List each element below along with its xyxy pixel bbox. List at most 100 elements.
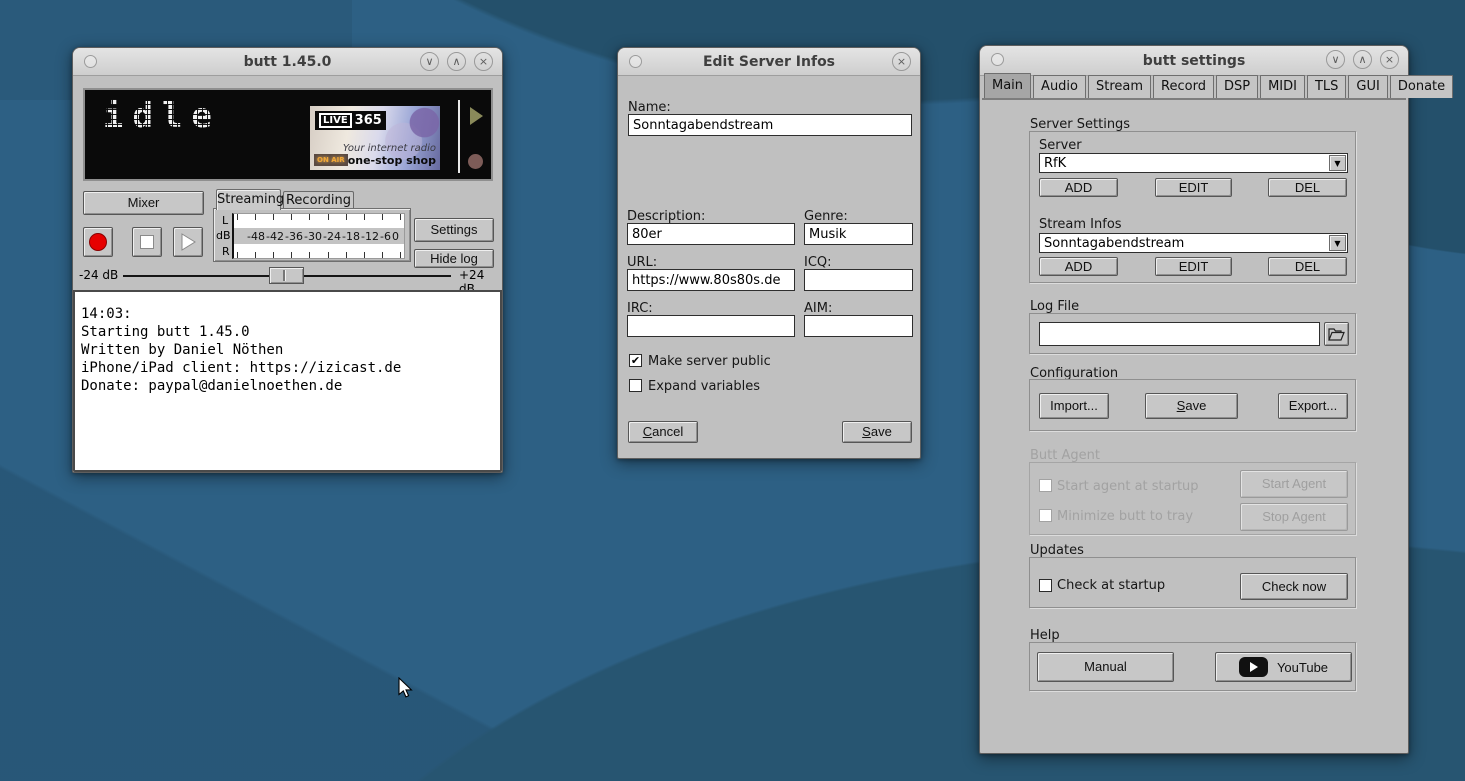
irc-field[interactable] (627, 315, 795, 337)
mixer-button[interactable]: Mixer (83, 191, 204, 215)
butt-agent-group: Start agent at startup Start Agent Minim… (1029, 462, 1356, 535)
expand-variables-checkbox[interactable] (629, 379, 642, 392)
description-field[interactable] (627, 223, 795, 245)
name-field[interactable] (628, 114, 912, 136)
log-file-field[interactable] (1039, 322, 1320, 346)
start-agent-at-startup-label: Start agent at startup (1057, 479, 1199, 494)
butt-titlebar[interactable]: butt 1.45.0 ∨ ∧ × (73, 48, 502, 76)
help-section-label: Help (1030, 628, 1060, 643)
aim-field[interactable] (804, 315, 913, 337)
volume-slider-thumb[interactable] (269, 267, 304, 284)
play-button[interactable] (173, 227, 203, 257)
close-icon[interactable]: × (892, 52, 911, 71)
stop-button[interactable] (132, 227, 162, 257)
youtube-button[interactable]: YouTube (1215, 652, 1352, 682)
edit-dialog-titlebar[interactable]: Edit Server Infos × (618, 48, 920, 76)
help-group: Manual YouTube (1029, 642, 1356, 691)
stream-del-button[interactable]: DEL (1268, 257, 1347, 276)
log-line: Starting butt 1.45.0 (81, 323, 494, 341)
manual-button[interactable]: Manual (1037, 652, 1174, 682)
stream-add-button[interactable]: ADD (1039, 257, 1118, 276)
name-label: Name: (628, 100, 671, 115)
log-file-section-label: Log File (1030, 299, 1079, 314)
window-title: butt settings (1143, 53, 1246, 69)
lcd-separator (458, 100, 460, 173)
settings-button[interactable]: Settings (414, 218, 494, 242)
icq-label: ICQ: (804, 255, 832, 270)
tab-audio[interactable]: Audio (1033, 75, 1086, 98)
log-file-group (1029, 313, 1356, 354)
log-line: Written by Daniel Nöthen (81, 341, 494, 359)
ad-status-dot-icon[interactable] (468, 154, 483, 169)
expand-variables-label: Expand variables (648, 379, 760, 394)
meter-ticks-bottom (234, 244, 404, 258)
unshade-icon[interactable]: ∧ (1353, 50, 1372, 69)
make-server-public-label: Make server public (648, 354, 771, 369)
lcd-dot-matrix-overlay (97, 94, 237, 148)
description-label: Description: (627, 209, 705, 224)
tab-donate[interactable]: Donate (1390, 75, 1453, 98)
close-icon[interactable]: × (1380, 50, 1399, 69)
url-label: URL: (627, 255, 657, 270)
server-add-button[interactable]: ADD (1039, 178, 1118, 197)
ad-tagline-1: Your internet radio (343, 143, 436, 154)
chevron-down-icon[interactable]: ▼ (1329, 235, 1346, 251)
tab-main[interactable]: Main (984, 73, 1031, 98)
record-button[interactable] (83, 227, 113, 257)
stop-agent-button: Stop Agent (1240, 503, 1348, 531)
log-line: 14:03: (81, 305, 494, 323)
server-edit-button[interactable]: EDIT (1155, 178, 1232, 197)
minimize-to-tray-checkbox (1039, 509, 1052, 522)
server-settings-group: Server RfK ▼ ADD EDIT DEL Stream Infos S… (1029, 131, 1356, 283)
meter-right-label: R (222, 245, 230, 258)
tab-midi[interactable]: MIDI (1260, 75, 1305, 98)
meter-db-label: dB (216, 229, 231, 242)
save-button[interactable]: Save (842, 421, 912, 443)
updates-section-label: Updates (1030, 543, 1084, 558)
tab-streaming[interactable]: Streaming (216, 189, 281, 210)
meter-scale-numbers: -48 -42 -36 -30 -24 -18 -12 -6 0 (234, 228, 404, 244)
minimize-to-tray-label: Minimize butt to tray (1057, 509, 1193, 524)
check-now-button[interactable]: Check now (1240, 573, 1348, 600)
shade-icon[interactable]: ∨ (1326, 50, 1345, 69)
import-button[interactable]: Import... (1039, 393, 1109, 419)
check-at-startup-label: Check at startup (1057, 578, 1165, 593)
genre-field[interactable] (804, 223, 913, 245)
meter-ticks-top (234, 214, 404, 228)
url-field[interactable] (627, 269, 795, 291)
browse-log-file-button[interactable] (1324, 322, 1349, 346)
window-menu-icon[interactable] (84, 55, 97, 68)
live365-ad-banner[interactable]: LIVE 365 Your internet radio one-stop sh… (310, 106, 440, 170)
stream-edit-button[interactable]: EDIT (1155, 257, 1232, 276)
make-server-public-checkbox[interactable]: ✔ (629, 354, 642, 367)
butt-agent-section-label: Butt Agent (1030, 448, 1100, 463)
chevron-down-icon[interactable]: ▼ (1329, 155, 1346, 171)
server-dropdown[interactable]: RfK ▼ (1039, 153, 1348, 173)
unshade-icon[interactable]: ∧ (447, 52, 466, 71)
record-icon (89, 233, 107, 251)
server-settings-section-label: Server Settings (1030, 117, 1130, 132)
config-save-button[interactable]: Save (1145, 393, 1238, 419)
window-menu-icon[interactable] (991, 53, 1004, 66)
log-output[interactable]: 14:03: Starting butt 1.45.0 Written by D… (73, 290, 502, 472)
butt-main-window: butt 1.45.0 ∨ ∧ × idle LIVE 365 Your int… (72, 47, 503, 473)
tab-record[interactable]: Record (1153, 75, 1214, 98)
check-at-startup-checkbox[interactable] (1039, 579, 1052, 592)
tab-dsp[interactable]: DSP (1216, 75, 1258, 98)
hide-log-button[interactable]: Hide log (414, 249, 494, 268)
tab-tls[interactable]: TLS (1307, 75, 1346, 98)
ad-play-icon[interactable] (470, 107, 483, 125)
icq-field[interactable] (804, 269, 913, 291)
youtube-button-label: YouTube (1277, 660, 1328, 675)
stream-infos-dropdown[interactable]: Sonntagabendstream ▼ (1039, 233, 1348, 253)
settings-titlebar[interactable]: butt settings ∨ ∧ × (980, 46, 1408, 76)
shade-icon[interactable]: ∨ (420, 52, 439, 71)
tab-gui[interactable]: GUI (1348, 75, 1387, 98)
close-icon[interactable]: × (474, 52, 493, 71)
server-del-button[interactable]: DEL (1268, 178, 1347, 197)
edit-server-infos-dialog: Edit Server Infos × Name: Description: G… (617, 47, 921, 459)
tab-stream[interactable]: Stream (1088, 75, 1151, 98)
export-button[interactable]: Export... (1278, 393, 1348, 419)
cancel-button[interactable]: Cancel (628, 421, 698, 443)
window-menu-icon[interactable] (629, 55, 642, 68)
